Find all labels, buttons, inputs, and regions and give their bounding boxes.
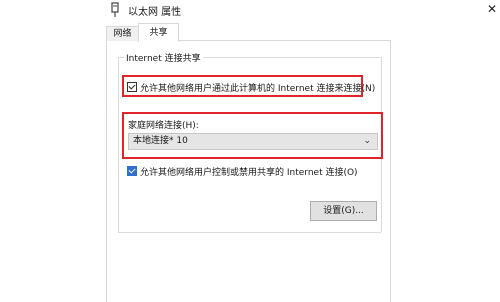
settings-button[interactable]: 设置(G)...	[310, 201, 377, 221]
ics-group-label: Internet 连接共享	[124, 51, 203, 64]
properties-dialog	[100, 22, 399, 302]
tab-sharing[interactable]: 共享	[138, 23, 179, 42]
tab-network[interactable]: 网络	[106, 26, 139, 41]
home-network-label: 家庭网络连接(H):	[128, 121, 199, 131]
allow-connect-label[interactable]: 允许其他网络用户通过此计算机的 Internet 连接来连接(N)	[140, 81, 375, 94]
chevron-down-icon: ⌄	[363, 136, 371, 146]
window-title: 以太网 属性	[128, 7, 182, 18]
groupbox-border-bottom	[118, 232, 381, 233]
network-adapter-icon	[111, 2, 119, 17]
allow-connect-checkbox[interactable]	[127, 82, 137, 92]
dialog-border-left	[106, 40, 107, 302]
allow-control-checkbox[interactable]	[127, 166, 137, 176]
home-network-selected-value: 本地连接* 10	[133, 136, 188, 146]
dialog-border-right	[390, 40, 391, 302]
close-icon[interactable]: ✕	[487, 2, 497, 16]
allow-control-label[interactable]: 允许其他网络用户控制或禁用共享的 Internet 连接(O)	[140, 165, 358, 178]
title-bar: 以太网 属性 ✕	[100, 0, 497, 22]
groupbox-border-left	[118, 57, 119, 232]
home-network-select[interactable]: 本地连接* 10 ⌄	[128, 133, 378, 150]
